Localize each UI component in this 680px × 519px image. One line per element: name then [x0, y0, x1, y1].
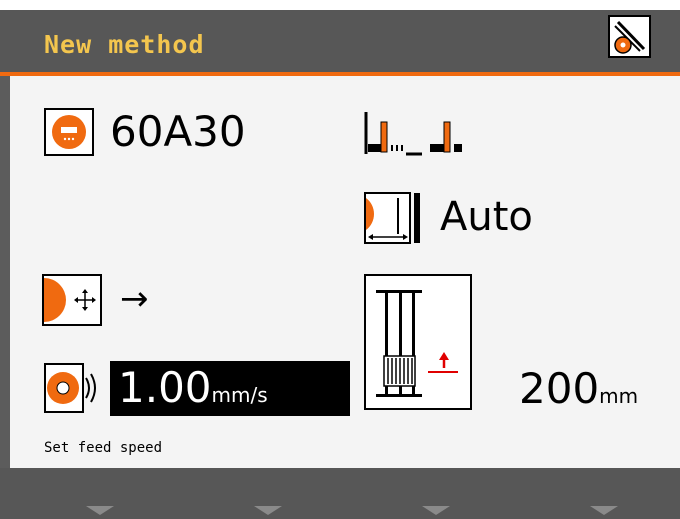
feed-speed-icon[interactable] [44, 363, 102, 413]
feed-speed-field[interactable]: 1.00mm/s [110, 361, 350, 416]
grain-value[interactable]: 60A30 [110, 111, 246, 153]
softkey-3-arrow-icon[interactable] [422, 506, 450, 515]
hint-text: Set feed speed [44, 440, 163, 456]
stroke-distance-icon[interactable] [364, 274, 472, 410]
stroke-distance-unit: mm [599, 384, 639, 408]
feed-speed-unit: mm/s [211, 383, 268, 407]
wheel-direction-icon[interactable] [42, 274, 104, 326]
grinding-wheel-icon[interactable] [44, 108, 94, 156]
method-settings-icon[interactable] [608, 15, 651, 58]
softkey-4-arrow-icon[interactable] [590, 506, 618, 515]
softkey-2-arrow-icon[interactable] [254, 506, 282, 515]
top-strip [0, 0, 680, 10]
feed-speed-value: 1.00mm/s [118, 363, 268, 412]
screen: New method 60A30 Auto → 1.00mm/s 200mm S… [0, 0, 680, 519]
direction-arrow[interactable]: → [120, 282, 149, 316]
stroke-distance-value[interactable]: 200mm [519, 368, 638, 410]
softkey-1-arrow-icon[interactable] [86, 506, 114, 515]
dressing-position-icon[interactable] [364, 110, 474, 156]
page-title: New method [44, 30, 205, 59]
wheel-width-icon[interactable] [364, 192, 430, 244]
wheel-width-value[interactable]: Auto [440, 197, 533, 237]
